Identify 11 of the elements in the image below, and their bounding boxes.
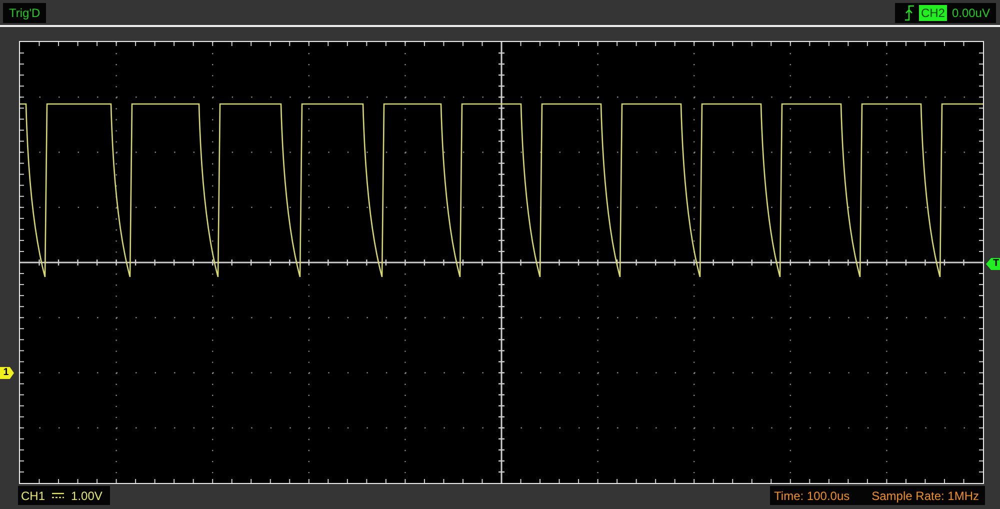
channel-label: CH1 — [21, 488, 46, 502]
rising-edge-icon — [904, 4, 914, 20]
volts-per-division: 1.00V — [71, 488, 102, 502]
trigger-state: Trig'D — [9, 6, 40, 20]
channel-marker[interactable]: 1 — [0, 367, 14, 379]
trigger-level: 0.00uV — [952, 6, 990, 20]
time-base: Time: 100.0us — [774, 488, 850, 502]
dc-coupling-icon — [52, 492, 64, 499]
sample-rate: Sample Rate: 1MHz — [872, 488, 979, 502]
trigger-source: CH2 — [918, 4, 947, 20]
trigger-level-marker[interactable]: T — [986, 258, 1000, 270]
